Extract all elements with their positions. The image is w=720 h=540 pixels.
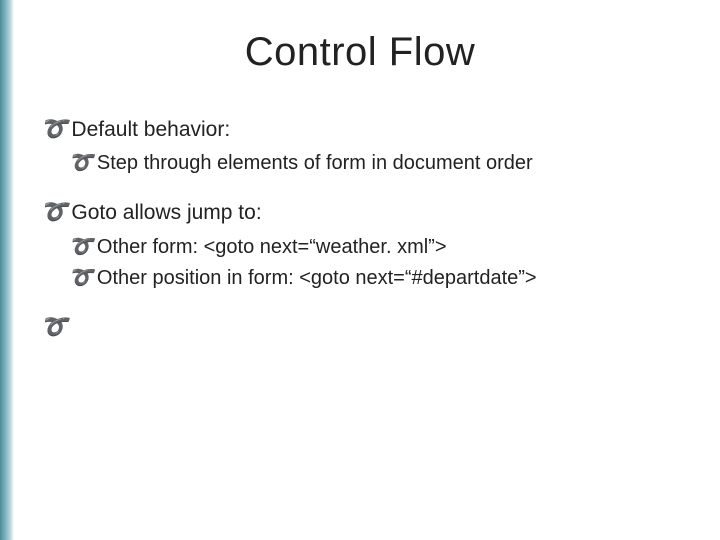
bullet-text: Goto allows jump to:	[71, 198, 261, 228]
bullet-text: Other position in form: <goto next=“#dep…	[97, 264, 537, 293]
bullet-level2: ➰ Step through elements of form in docum…	[68, 149, 680, 178]
slide-content: Control Flow ➰ Default behavior: ➰ Step …	[0, 0, 720, 540]
bullet-icon: ➰	[40, 196, 67, 228]
bullet-level1: ➰ Goto allows jump to:	[40, 196, 680, 228]
bullet-icon: ➰	[40, 113, 67, 145]
bullet-text: Other form: <goto next=“weather. xml”>	[97, 233, 447, 262]
bullet-level2: ➰ Other form: <goto next=“weather. xml”>	[68, 233, 680, 262]
bullet-level1: ➰ Default behavior:	[40, 113, 680, 145]
bullet-icon: ➰	[40, 311, 67, 343]
bullet-icon: ➰	[68, 149, 93, 178]
slide-title: Control Flow	[40, 30, 680, 75]
bullet-level2: ➰ Other position in form: <goto next=“#d…	[68, 264, 680, 293]
bullet-text: Step through elements of form in documen…	[97, 149, 533, 178]
bullet-level1-empty: ➰	[40, 311, 680, 343]
bullet-icon: ➰	[68, 264, 93, 293]
bullet-text: Default behavior:	[71, 115, 230, 145]
bullet-icon: ➰	[68, 233, 93, 262]
